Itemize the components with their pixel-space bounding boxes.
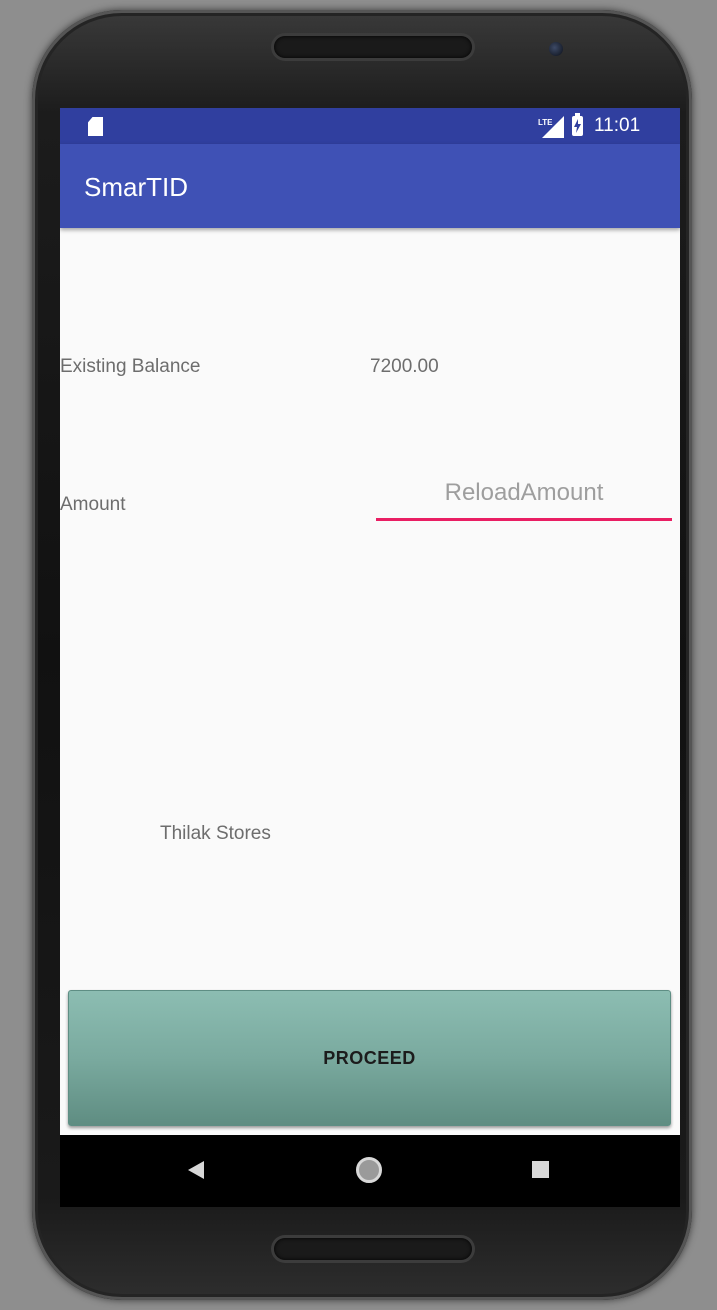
existing-balance-label: Existing Balance: [60, 356, 201, 377]
amount-label: Amount: [60, 494, 126, 515]
top-speaker: [274, 36, 472, 58]
phone-frame: LTE 11:01 SmarTID Existing Balance 7200.…: [32, 10, 692, 1300]
app-bar: SmarTID: [60, 144, 680, 228]
home-circle-icon[interactable]: [356, 1157, 382, 1183]
battery-charging-icon: [572, 113, 583, 136]
reload-amount-input[interactable]: [376, 468, 672, 521]
back-triangle-icon[interactable]: [188, 1161, 204, 1179]
status-bar: LTE 11:01: [60, 108, 680, 144]
store-name: Thilak Stores: [160, 823, 271, 844]
existing-balance-value: 7200.00: [370, 356, 439, 377]
screen: LTE 11:01 SmarTID Existing Balance 7200.…: [60, 108, 680, 1135]
front-camera: [549, 42, 563, 56]
recents-square-icon[interactable]: [532, 1161, 549, 1178]
proceed-button[interactable]: PROCEED: [68, 990, 671, 1126]
sd-card-icon: [88, 117, 103, 136]
navigation-bar: [60, 1135, 680, 1207]
svg-text:LTE: LTE: [538, 118, 553, 127]
bottom-speaker: [274, 1238, 472, 1260]
lte-signal-icon: LTE: [538, 116, 564, 138]
status-time: 11:01: [594, 115, 641, 136]
app-title: SmarTID: [84, 172, 188, 202]
